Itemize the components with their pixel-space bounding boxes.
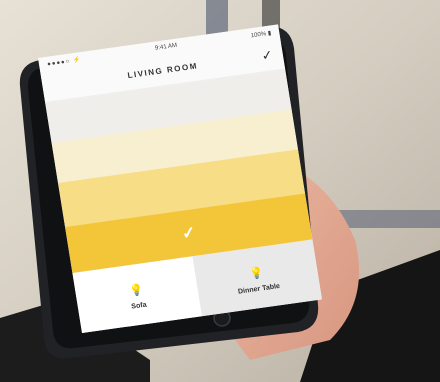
room-label: Dinner Table: [237, 282, 281, 296]
phone-screen: ●●●●○ ⚡ 9:41 AM 100% ▮ LIVING ROOM ✓ ✓ 💡…: [38, 24, 322, 334]
status-time: 9:41 AM: [154, 42, 178, 52]
room-label: Sofa: [130, 301, 148, 311]
confirm-checkmark-icon[interactable]: ✓: [260, 47, 273, 65]
bulb-icon: 💡: [128, 283, 145, 298]
page-title: LIVING ROOM: [126, 60, 199, 80]
selected-checkmark-icon: ✓: [180, 224, 197, 244]
bulb-icon: 💡: [248, 266, 265, 281]
battery-indicator: 100% ▮: [250, 30, 272, 39]
carrier-signal: ●●●●○ ⚡: [46, 56, 82, 68]
